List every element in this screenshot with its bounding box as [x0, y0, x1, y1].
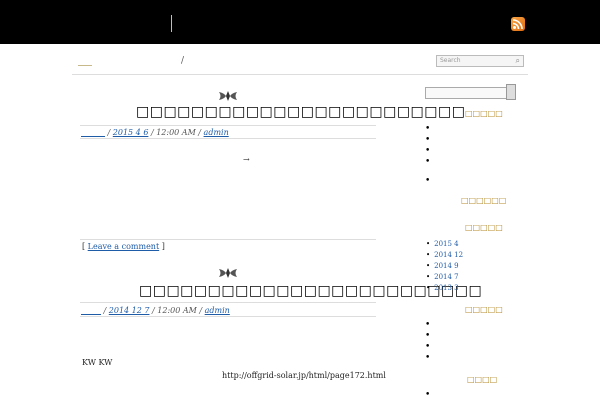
archive-item[interactable]: • 2014 12: [426, 251, 463, 259]
post-author-link[interactable]: admin: [204, 128, 229, 137]
archive-item[interactable]: • 2014 7: [426, 273, 459, 281]
post-meta-divider: [80, 138, 376, 139]
list-item[interactable]: •: [425, 321, 430, 330]
list-item[interactable]: •: [425, 158, 430, 167]
sidebar-heading: □□□□□: [465, 109, 503, 118]
list-item[interactable]: •: [425, 343, 430, 352]
sidebar-search-button[interactable]: [506, 84, 516, 100]
post-meta-divider: [80, 316, 376, 317]
archive-link[interactable]: 2015 4: [434, 240, 459, 248]
nav-divider: [72, 74, 528, 75]
list-item[interactable]: •: [425, 391, 430, 400]
nav-home-link[interactable]: [78, 65, 92, 66]
sidebar-search-input[interactable]: [425, 87, 507, 99]
archive-item[interactable]: • 2013 3: [426, 284, 459, 292]
list-item[interactable]: •: [425, 354, 430, 363]
sidebar-heading: □□□□: [467, 375, 498, 384]
list-item[interactable]: •: [425, 332, 430, 341]
top-header-bar: [0, 0, 600, 44]
post-url-text: http://offgrid-solar.jp/html/page172.htm…: [222, 371, 386, 380]
bracket-open: [: [82, 242, 86, 251]
post-title-divider: [80, 125, 376, 126]
sidebar-heading: □□□□□□: [461, 196, 507, 205]
search-icon[interactable]: ⌕: [516, 56, 520, 66]
list-item[interactable]: •: [425, 147, 430, 156]
header-divider: [171, 15, 172, 32]
archive-item[interactable]: • 2015 4: [426, 240, 459, 248]
post-author-link[interactable]: admin: [205, 306, 230, 315]
archive-link[interactable]: 2014 9: [434, 262, 459, 270]
post-date-link[interactable]: 2015 4 6: [113, 128, 149, 137]
nav-separator: /: [181, 56, 185, 66]
post-date-link[interactable]: 2014 12 7: [109, 306, 150, 315]
bracket-close: ]: [161, 242, 165, 251]
archive-item[interactable]: • 2014 9: [426, 262, 459, 270]
post-arrow: →: [243, 155, 250, 164]
post-category-link[interactable]: _____: [81, 306, 101, 315]
search-placeholder: Search: [440, 57, 461, 64]
archive-link[interactable]: 2013 3: [434, 284, 459, 292]
ornament-icon: [218, 88, 238, 102]
sidebar-heading: □□□□□: [465, 223, 503, 232]
post-body-text: KW KW: [82, 358, 113, 367]
post-title-divider: [80, 302, 376, 303]
post-title[interactable]: □□□□□□□□□□□□□□□□□□□□□□□□: [136, 104, 465, 120]
post-time: / 12:00 AM /: [150, 128, 201, 137]
search-input[interactable]: Search ⌕: [436, 55, 524, 67]
ornament-icon: [218, 265, 238, 279]
comment-link-wrapper: [ Leave a comment ]: [82, 242, 165, 251]
leave-comment-link[interactable]: Leave a comment: [88, 242, 160, 251]
list-item[interactable]: •: [425, 125, 430, 134]
list-item[interactable]: •: [425, 136, 430, 145]
post-meta: _____ / 2014 12 7 / 12:00 AM / admin: [81, 306, 230, 315]
post-meta: ______ / 2015 4 6 / 12:00 AM / admin: [81, 128, 229, 137]
archive-link[interactable]: 2014 7: [434, 273, 459, 281]
list-item[interactable]: •: [425, 177, 430, 186]
archive-link[interactable]: 2014 12: [434, 251, 463, 259]
post-footer-divider: [80, 239, 376, 240]
post-category-link[interactable]: ______: [81, 128, 105, 137]
rss-icon[interactable]: [511, 17, 525, 31]
sidebar-heading: □□□□□: [465, 305, 503, 314]
post-time: / 12:00 AM /: [152, 306, 203, 315]
